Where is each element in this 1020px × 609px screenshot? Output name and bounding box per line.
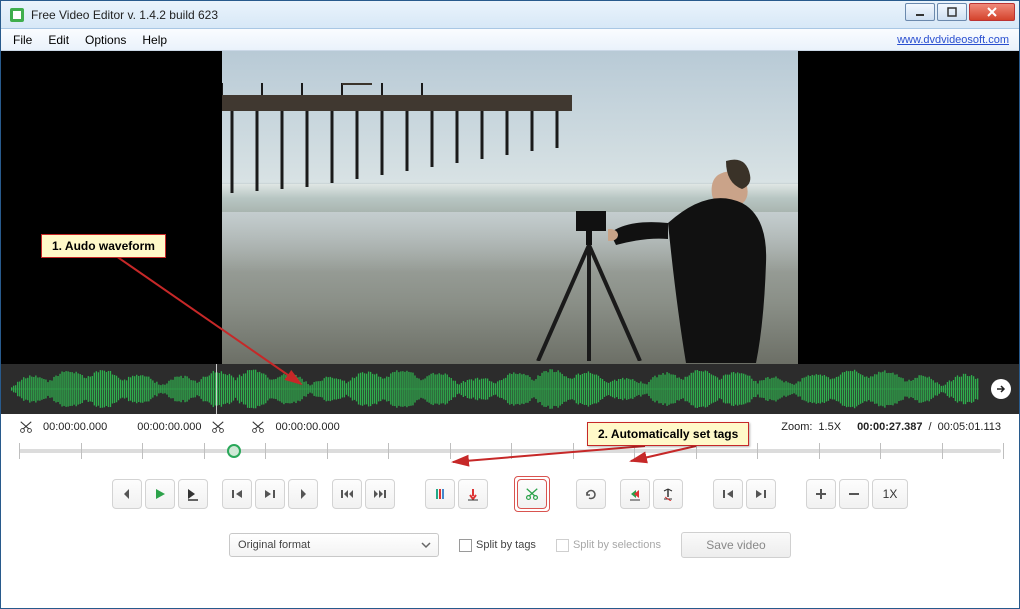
timeline-playhead[interactable] [227, 444, 241, 458]
playback-toolbar: 1X [1, 466, 1019, 518]
titlebar: Free Video Editor v. 1.4.2 build 623 [1, 1, 1019, 29]
jump-next-marker-button[interactable] [746, 479, 776, 509]
mark-in-button[interactable] [425, 479, 455, 509]
play-selection-button[interactable] [178, 479, 208, 509]
zoom-out-button[interactable] [839, 479, 869, 509]
scissors-open-icon [19, 420, 33, 434]
jump-prev-marker-button[interactable] [713, 479, 743, 509]
split-by-selections-checkbox: Split by selections [556, 539, 661, 552]
split-by-tags-label: Split by tags [476, 539, 536, 551]
rotate-button[interactable] [576, 479, 606, 509]
zoom-in-button[interactable] [806, 479, 836, 509]
site-link[interactable]: www.dvdvideosoft.com [897, 34, 1015, 46]
trim-left-button[interactable] [620, 479, 650, 509]
checkbox-box [556, 539, 569, 552]
seek-back-button[interactable] [112, 479, 142, 509]
waveform-svg [11, 368, 979, 410]
play-button[interactable] [145, 479, 175, 509]
chevron-down-icon [420, 539, 432, 551]
cursor-time: 00:00:00.000 [275, 421, 339, 433]
cut-start-time: 00:00:00.000 [43, 421, 107, 433]
waveform-next-button[interactable] [991, 379, 1011, 399]
zoom-value: 1.5X [818, 421, 841, 433]
waveform-playhead[interactable] [216, 364, 217, 414]
menubar: File Edit Options Help www.dvdvideosoft.… [1, 29, 1019, 51]
pier-graphic [222, 83, 572, 193]
arrow-right-icon [996, 384, 1006, 394]
duration-time: 00:05:01.113 [938, 421, 1001, 433]
cut-end-time: 00:00:00.000 [137, 421, 201, 433]
menu-edit[interactable]: Edit [40, 31, 77, 49]
video-frame [222, 51, 798, 364]
prev-frame-button[interactable] [222, 479, 252, 509]
save-video-label: Save video [706, 538, 765, 552]
zoom-label: Zoom: [781, 421, 812, 433]
person-graphic [608, 153, 783, 363]
timeline-ruler[interactable] [19, 440, 1001, 462]
window-title: Free Video Editor v. 1.4.2 build 623 [31, 8, 218, 22]
mark-out-button[interactable] [458, 479, 488, 509]
cut-button[interactable] [517, 479, 547, 509]
minimize-button[interactable] [905, 3, 935, 21]
bottom-bar: Original format Split by tags Split by s… [1, 518, 1019, 568]
seek-forward-button[interactable] [288, 479, 318, 509]
app-icon [9, 7, 25, 23]
goto-start-button[interactable] [332, 479, 362, 509]
annotation-2-label: 2. Automatically set tags [598, 427, 738, 441]
save-video-button[interactable]: Save video [681, 532, 791, 558]
format-select[interactable]: Original format [229, 533, 439, 557]
goto-end-button[interactable] [365, 479, 395, 509]
trim-right-button[interactable] [653, 479, 683, 509]
video-preview [1, 51, 1019, 364]
scissors-cursor-icon [251, 420, 265, 434]
checkbox-box [459, 539, 472, 552]
time-separator: / [929, 421, 932, 433]
audio-waveform[interactable] [1, 364, 1019, 414]
annotation-1: 1. Audo waveform [41, 234, 166, 258]
speed-button[interactable]: 1X [872, 479, 908, 509]
time-row: 00:00:00.000 00:00:00.000 00:00:00.000 Z… [1, 414, 1019, 434]
cut-group [514, 476, 550, 512]
split-by-tags-checkbox[interactable]: Split by tags [459, 539, 536, 552]
menu-help[interactable]: Help [134, 31, 175, 49]
menu-file[interactable]: File [5, 31, 40, 49]
speed-label: 1X [883, 487, 898, 501]
maximize-button[interactable] [937, 3, 967, 21]
next-frame-button[interactable] [255, 479, 285, 509]
annotation-2: 2. Automatically set tags [587, 422, 749, 446]
menu-options[interactable]: Options [77, 31, 134, 49]
annotation-1-label: 1. Audo waveform [52, 239, 155, 253]
position-time: 00:00:27.387 [857, 421, 922, 433]
close-button[interactable] [969, 3, 1015, 21]
split-by-selections-label: Split by selections [573, 539, 661, 551]
format-label: Original format [238, 539, 310, 551]
scissors-close-icon [211, 420, 225, 434]
